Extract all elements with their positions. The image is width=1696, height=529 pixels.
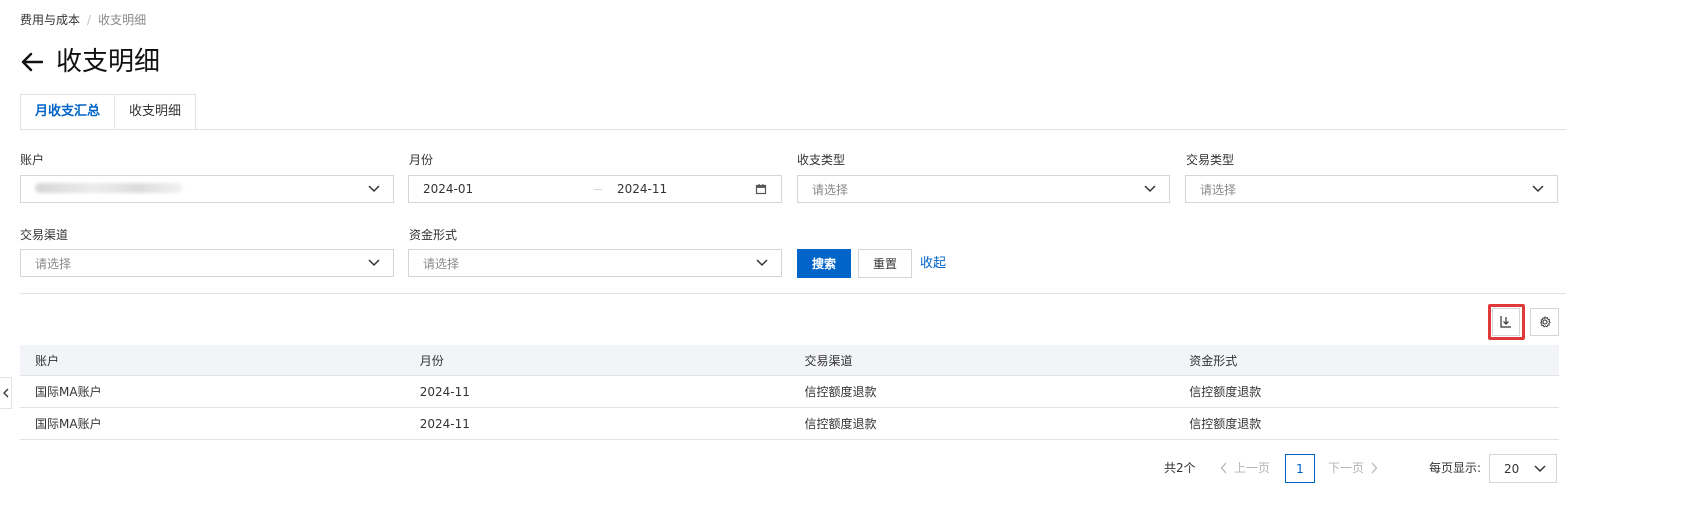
breadcrumb-current: 收支明细 [98, 13, 147, 27]
account-value [35, 182, 367, 196]
chevron-left-icon [1220, 462, 1227, 474]
prev-page-label: 上一页 [1234, 461, 1271, 475]
fund-form-placeholder: 请选择 [423, 256, 460, 271]
breadcrumb-separator: / [87, 13, 92, 27]
calendar-icon [755, 184, 767, 195]
tab-monthly-summary[interactable]: 月收支汇总 [20, 94, 116, 130]
chevron-down-icon [367, 256, 381, 270]
column-header: 资金形式 [1189, 353, 1238, 368]
collapse-link[interactable]: 收起 [920, 256, 946, 272]
income-type-select[interactable]: 请选择 [797, 175, 1170, 203]
fund-form-label: 资金形式 [409, 228, 458, 242]
month-label: 月份 [409, 153, 434, 167]
income-type-placeholder: 请选择 [812, 182, 849, 197]
chevron-down-icon [1143, 182, 1157, 196]
table-cell: 信控额度退款 [804, 417, 877, 431]
gear-icon [1539, 316, 1551, 328]
chevron-down-icon [1534, 462, 1546, 476]
page-title: 收支明细 [56, 47, 161, 77]
back-button[interactable] [20, 50, 44, 74]
month-start-value: 2024-01 [423, 182, 474, 196]
next-page-button[interactable]: 下一页 [1328, 460, 1378, 476]
tab-details[interactable]: 收支明细 [115, 94, 197, 130]
download-icon [1500, 316, 1511, 328]
table-header: 账户 月份 交易渠道 资金形式 [20, 345, 1559, 376]
fund-form-select[interactable]: 请选择 [408, 249, 782, 277]
data-table: 账户 月份 交易渠道 资金形式 国际MA账户 2024-11 信控额度退款 信控… [20, 345, 1559, 440]
table-cell: 2024-11 [419, 416, 470, 431]
download-button[interactable] [1492, 308, 1520, 336]
income-type-label: 收支类型 [797, 153, 846, 167]
account-select[interactable] [20, 175, 394, 203]
column-header: 账户 [35, 353, 60, 368]
month-range-picker[interactable]: 2024-01 2024-11 [408, 175, 782, 203]
table-cell: 信控额度退款 [1189, 385, 1262, 399]
page-size-select[interactable]: 20 [1489, 454, 1557, 483]
chevron-down-icon [367, 182, 381, 196]
arrow-left-icon [21, 52, 43, 72]
filter-divider [20, 293, 1566, 294]
column-header: 月份 [419, 353, 444, 368]
trade-channel-select[interactable]: 请选择 [20, 249, 394, 277]
chevron-left-icon [2, 388, 8, 398]
tab-bar: 月收支汇总 收支明细 [20, 94, 197, 130]
trade-type-label: 交易类型 [1186, 153, 1235, 167]
page-header: 收支明细 [20, 44, 160, 80]
sidebar-toggle-button[interactable] [0, 377, 12, 409]
page-size-value: 20 [1504, 461, 1520, 476]
trade-channel-placeholder: 请选择 [35, 256, 72, 271]
table-row: 国际MA账户 2024-11 信控额度退款 信控额度退款 [20, 376, 1559, 408]
breadcrumb: 费用与成本 / 收支明细 [20, 12, 146, 28]
table-cell: 2024-11 [419, 384, 470, 399]
range-separator [594, 188, 602, 190]
table-cell: 信控额度退款 [1189, 417, 1262, 431]
account-label: 账户 [20, 153, 45, 167]
pagination-total: 共2个 [1164, 461, 1196, 475]
page-number-current[interactable]: 1 [1285, 454, 1315, 483]
column-header: 交易渠道 [804, 353, 853, 368]
trade-channel-label: 交易渠道 [20, 228, 69, 242]
table-row: 国际MA账户 2024-11 信控额度退款 信控额度退款 [20, 408, 1559, 440]
chevron-right-icon [1371, 462, 1378, 474]
table-cell: 国际MA账户 [35, 385, 102, 399]
settings-button[interactable] [1530, 308, 1559, 336]
trade-type-select[interactable]: 请选择 [1185, 175, 1558, 203]
trade-type-placeholder: 请选择 [1200, 182, 1237, 197]
prev-page-button[interactable]: 上一页 [1220, 460, 1270, 476]
next-page-label: 下一页 [1328, 461, 1365, 475]
reset-button[interactable]: 重置 [858, 249, 912, 278]
month-end-value: 2024-11 [617, 182, 668, 196]
chevron-down-icon [755, 256, 769, 270]
chevron-down-icon [1531, 182, 1545, 196]
page-size-label: 每页显示: [1429, 461, 1482, 475]
breadcrumb-parent[interactable]: 费用与成本 [20, 13, 80, 27]
tabs-divider [20, 129, 1566, 130]
table-cell: 国际MA账户 [35, 417, 102, 431]
search-button[interactable]: 搜索 [797, 249, 851, 278]
table-cell: 信控额度退款 [804, 385, 877, 399]
